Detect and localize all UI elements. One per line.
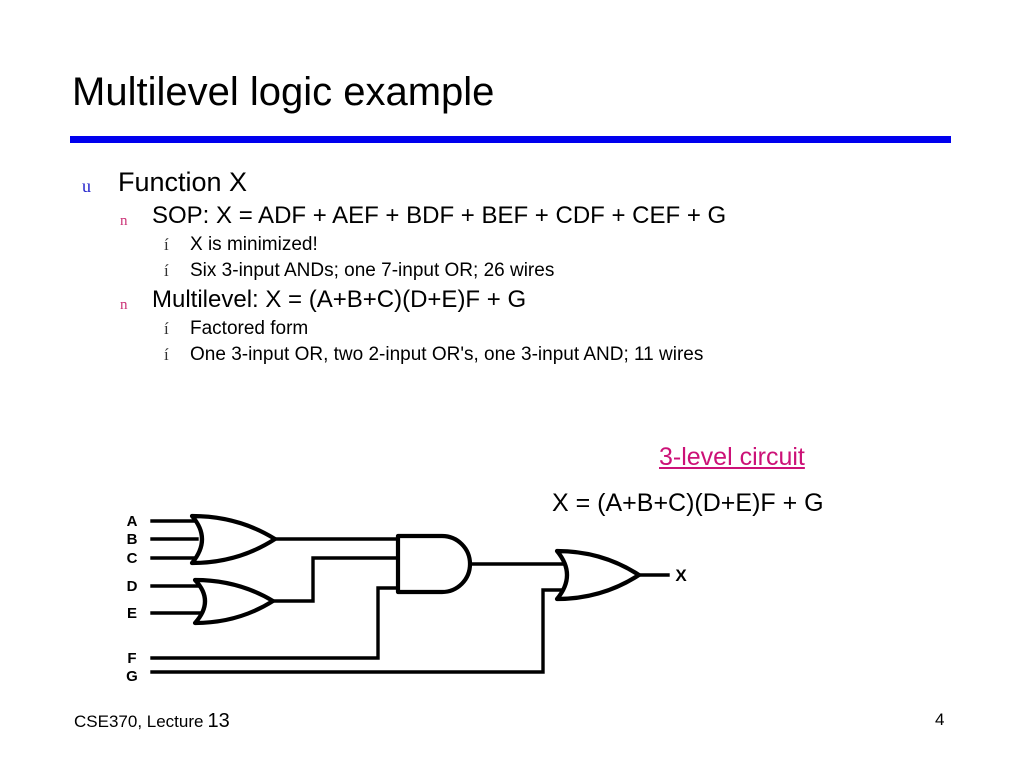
footer-lecture-number: 13 [207, 710, 230, 732]
bullet-marker-u: u [82, 176, 91, 196]
bullet-level3-multilevel-cost: í One 3-input OR, two 2-input OR's, one … [164, 342, 972, 368]
pin-label-e: E [127, 605, 137, 622]
bullet-level1-function-x: u Function X [82, 164, 972, 200]
or-gate-output [554, 548, 642, 602]
bullet-text: SOP: X = ADF + AEF + BDF + BEF + CDF + C… [152, 202, 727, 229]
pin-label-a: A [127, 513, 138, 530]
bullet-text: Function X [118, 167, 248, 197]
or-gate-abc [189, 513, 278, 566]
circuit-caption: 3-level circuit [659, 443, 805, 471]
bullet-level2-sop: n SOP: X = ADF + AEF + BDF + BEF + CDF +… [120, 200, 972, 232]
pin-label-c: C [127, 550, 138, 567]
bullet-marker-n: n [120, 297, 128, 313]
bullet-text: X is minimized! [190, 234, 318, 255]
and-gate [395, 533, 473, 595]
slide: Multilevel logic example u Function X n … [0, 0, 1024, 768]
slide-body: u Function X n SOP: X = ADF + AEF + BDF … [72, 164, 972, 368]
output-label-x: X [675, 566, 687, 585]
wire-f [150, 586, 400, 660]
pin-label-g: G [126, 668, 138, 685]
pin-label-b: B [127, 531, 138, 548]
pin-label-d: D [127, 578, 138, 595]
bullet-marker-n: n [120, 213, 128, 229]
pin-label-f: F [127, 650, 136, 667]
bullet-level2-multilevel: n Multilevel: X = (A+B+C)(D+E)F + G [120, 284, 972, 316]
footer-course: CSE370, Lecture 13 [74, 710, 230, 733]
bullet-text: Multilevel: X = (A+B+C)(D+E)F + G [152, 286, 527, 313]
circuit-diagram: A B C D E F G X [120, 498, 700, 698]
bullet-text: Factored form [190, 318, 309, 339]
bullet-text: Six 3-input ANDs; one 7-input OR; 26 wir… [190, 260, 555, 281]
footer-course-text: CSE370, Lecture [74, 712, 204, 731]
bullet-marker-i: í [164, 319, 169, 338]
bullet-text: One 3-input OR, two 2-input OR's, one 3-… [190, 344, 704, 365]
or-gate-de [192, 577, 276, 626]
bullet-level3-sop-cost: í Six 3-input ANDs; one 7-input OR; 26 w… [164, 258, 972, 284]
bullet-marker-i: í [164, 345, 169, 364]
footer-page-number: 4 [935, 710, 945, 729]
bullet-marker-i: í [164, 261, 169, 280]
page-title: Multilevel logic example [72, 70, 495, 114]
title-divider [70, 136, 951, 143]
bullet-marker-i: í [164, 235, 169, 254]
bullet-level3-minimized: í X is minimized! [164, 232, 972, 258]
bullet-level3-factored-form: í Factored form [164, 316, 972, 342]
